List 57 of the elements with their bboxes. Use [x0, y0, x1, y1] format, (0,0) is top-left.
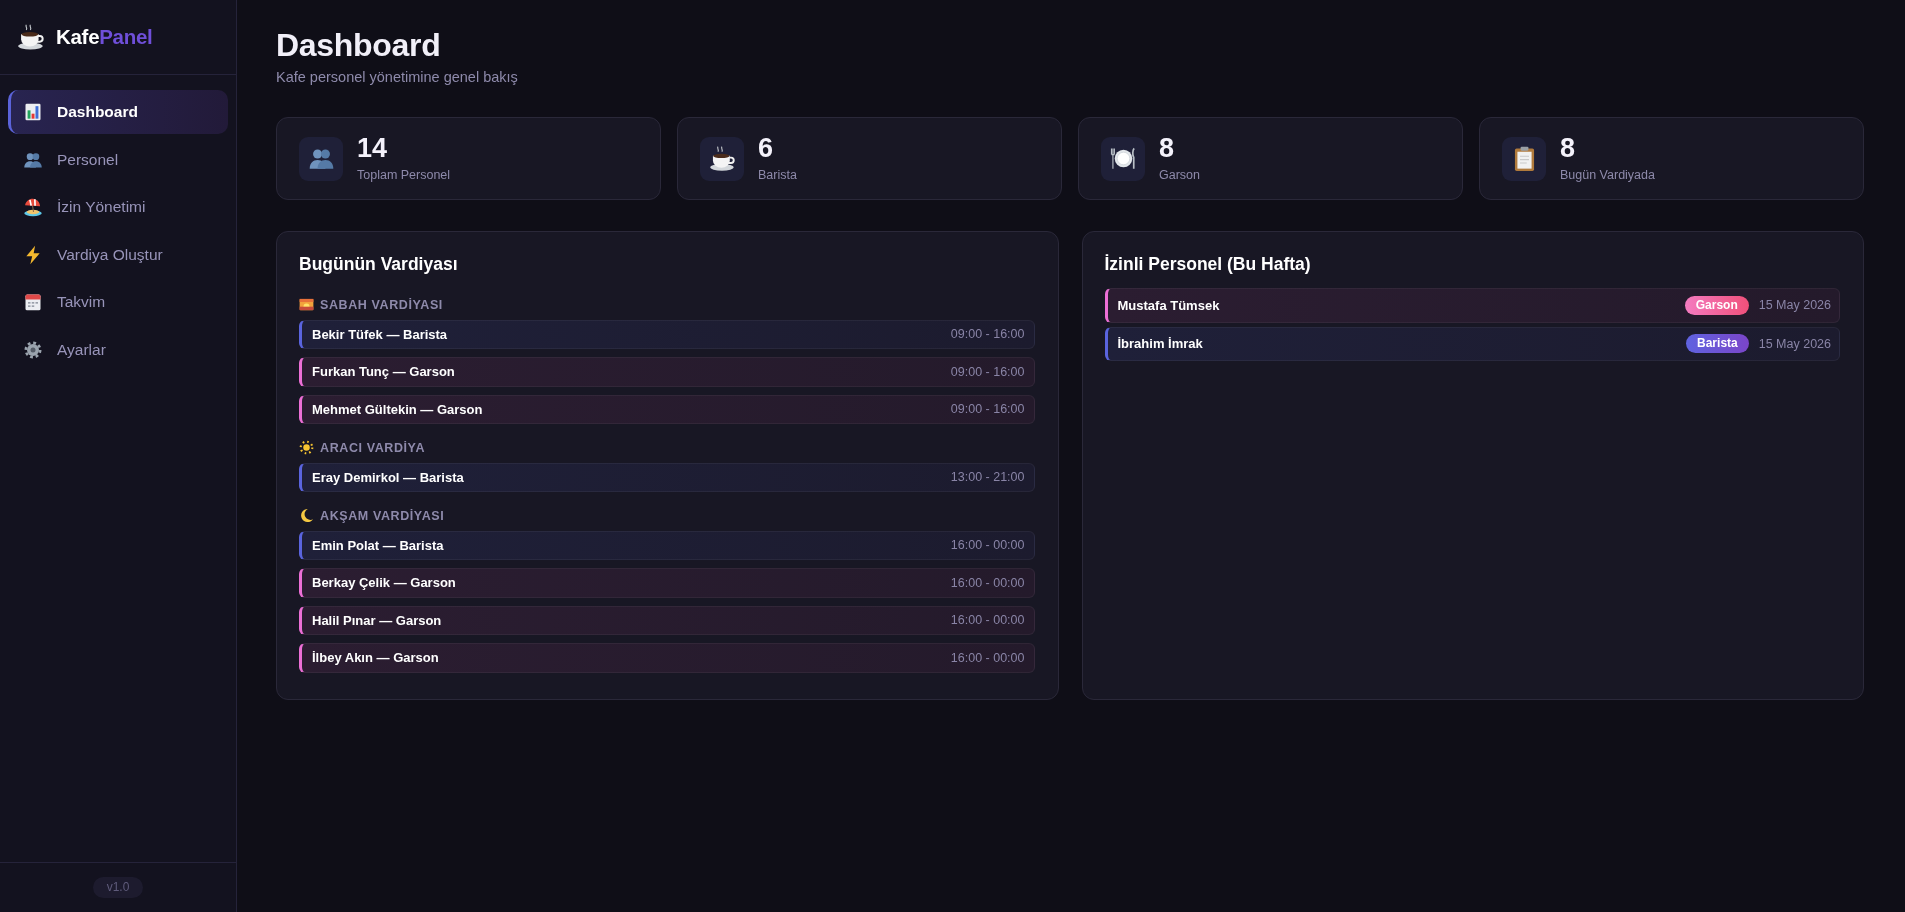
employee-name: Mustafa Tümsek	[1117, 296, 1220, 315]
brand-name: KafePanel	[56, 24, 153, 50]
role-badge: Garson	[1684, 295, 1749, 315]
shift-time: 16:00 - 00:00	[950, 574, 1025, 592]
nav-item[interactable]: Personel	[8, 137, 228, 182]
sun-icon	[299, 440, 314, 456]
clipboard-icon	[1502, 136, 1546, 181]
shift-group-title: SABAH VARDİYASI	[320, 297, 443, 312]
stat-label: Toplam Personel	[357, 167, 451, 183]
nav-item[interactable]: Ayarlar	[8, 327, 228, 372]
stat-label: Bugün Vardiyada	[1560, 167, 1655, 183]
shift-time: 16:00 - 00:00	[950, 649, 1025, 667]
coffee-cup-icon	[17, 23, 45, 51]
calendar-icon	[23, 292, 43, 312]
shift-employee: Bekir Tüfek — Barista	[312, 325, 448, 344]
card-title: Bugünün Vardiyası	[299, 253, 459, 276]
page-subtitle: Kafe personel yönetimine genel bakış	[276, 68, 519, 88]
stat-label: Garson	[1159, 167, 1200, 183]
beach-umbrella-icon	[23, 197, 43, 217]
nav-item[interactable]: Takvim	[8, 280, 228, 324]
shift-group-title: ARACI VARDİYA	[320, 440, 426, 455]
sunrise-icon	[299, 297, 314, 313]
shift-employee: Furkan Tunç — Garson	[312, 363, 455, 382]
coffee-cup-icon	[700, 136, 744, 181]
stat-value: 14	[357, 134, 389, 162]
shift-employee: Mehmet Gültekin — Garson	[312, 400, 483, 419]
version-label: v1.0	[92, 877, 144, 898]
nav-item[interactable]: Vardiya Oluştur	[8, 232, 228, 277]
nav-item[interactable]: İzin Yönetimi	[8, 185, 228, 229]
card-title: İzinli Personel (Bu Hafta)	[1104, 253, 1312, 276]
shift-time: 09:00 - 16:00	[950, 363, 1025, 381]
shift-employee: Halil Pınar — Garson	[312, 611, 442, 630]
stat-value: 6	[758, 134, 775, 162]
shift-employee: Berkay Çelik — Garson	[312, 574, 456, 593]
employee-name: İbrahim İmrak	[1117, 335, 1203, 354]
shift-time: 13:00 - 21:00	[950, 469, 1025, 486]
leave-date: 15 May 2026	[1758, 335, 1831, 353]
leave-date: 15 May 2026	[1758, 297, 1831, 314]
stat-label: Barista	[758, 167, 797, 183]
stat-value: 8	[1560, 134, 1577, 162]
shift-time: 09:00 - 16:00	[950, 401, 1025, 418]
stat-value: 8	[1159, 134, 1176, 162]
nav-item[interactable]: Dashboard	[8, 90, 228, 134]
shift-employee: İlbey Akın — Garson	[312, 649, 439, 668]
settings-icon	[23, 339, 43, 360]
shift-employee: Eray Demirkol — Barista	[312, 468, 464, 487]
shift-time: 16:00 - 00:00	[950, 612, 1025, 629]
shift-group-title: AKŞAM VARDİYASI	[320, 508, 445, 523]
bar-chart-icon	[23, 102, 43, 122]
shift-time: 16:00 - 00:00	[950, 537, 1025, 554]
plate-cutlery-icon	[1101, 136, 1145, 181]
people-icon	[299, 136, 343, 181]
page-title: Dashboard	[276, 26, 442, 65]
role-badge: Barista	[1686, 334, 1749, 354]
moon-icon	[299, 508, 314, 524]
shift-time: 09:00 - 16:00	[950, 326, 1025, 343]
shift-employee: Emin Polat — Barista	[312, 536, 444, 555]
